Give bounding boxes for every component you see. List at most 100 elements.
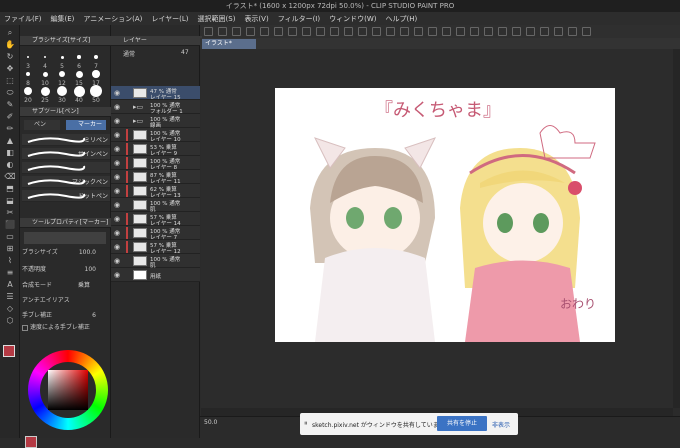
toolbar-icon[interactable] [302, 27, 311, 36]
tool-icon[interactable]: ⌫ [4, 171, 16, 182]
tool-icon[interactable]: ◇ [4, 303, 16, 314]
tool-icon[interactable]: ⬚ [4, 75, 16, 86]
toolbar-icon[interactable] [540, 27, 549, 36]
toolbar-icon[interactable] [246, 27, 255, 36]
eye-icon[interactable]: ◉ [114, 215, 120, 223]
brush-size-dot[interactable] [90, 85, 102, 97]
tool-icon[interactable]: ☰ [4, 291, 16, 302]
layer-row[interactable]: ◉ 57 % 乗算 レイヤー 14 [111, 212, 200, 227]
toolbar-icon[interactable] [498, 27, 507, 36]
brush-item[interactable]: ミリペン [22, 134, 110, 146]
menu-item-0[interactable]: ファイル(F) [4, 14, 42, 24]
canvas-viewport[interactable]: 『みくちゃま』 おわり [201, 49, 673, 408]
tool-icon[interactable]: ⬡ [4, 315, 16, 326]
menu-item-1[interactable]: 編集(E) [51, 14, 75, 24]
sub-tool-panel-header[interactable]: サブツール[ペン] [20, 107, 111, 117]
brush-size-dot[interactable] [40, 86, 50, 96]
toolbar-icon[interactable] [554, 27, 563, 36]
toolbar-icon[interactable] [386, 27, 395, 36]
toolbar-icon[interactable] [456, 27, 465, 36]
tool-icon[interactable]: ✋ [4, 39, 16, 50]
eye-icon[interactable]: ◉ [114, 103, 120, 111]
layer-opacity[interactable]: 47 [181, 49, 189, 56]
brush-item[interactable] [22, 162, 110, 174]
eye-icon[interactable]: ◉ [114, 243, 120, 251]
brush-size-dot[interactable] [57, 86, 67, 96]
tool-icon[interactable]: ✏ [4, 123, 16, 134]
tool-icon[interactable]: ✐ [4, 111, 16, 122]
toolbar-icon[interactable] [526, 27, 535, 36]
eye-icon[interactable]: ◉ [114, 145, 120, 153]
eye-icon[interactable]: ◉ [114, 201, 120, 209]
tool-icon[interactable]: ▲ [4, 135, 16, 146]
eye-icon[interactable]: ◉ [114, 117, 120, 125]
brush-size-dot[interactable] [59, 71, 65, 77]
toolbar-icon[interactable] [512, 27, 521, 36]
layer-row[interactable]: ◉ ▸▭ 100 % 通常 線画 [111, 114, 200, 129]
toolbar-icon[interactable] [484, 27, 493, 36]
layer-row[interactable]: ◉ 100 % 通常 レイヤー 7 [111, 226, 200, 241]
toolbar-icon[interactable] [288, 27, 297, 36]
toolbar-icon[interactable] [400, 27, 409, 36]
brush-item[interactable]: サインペン [22, 148, 110, 160]
prop-stabilize[interactable]: 手ブレ補正 6 [22, 311, 110, 321]
prop-blend-mode[interactable]: 合成モード 乗算 [22, 281, 110, 291]
color-square[interactable] [48, 370, 88, 410]
prop-brush-size[interactable]: ブラシサイズ 100.0 [22, 248, 110, 258]
hide-button[interactable]: 非表示 [492, 420, 510, 429]
layer-row[interactable]: ◉ 100 % 通常肌 [111, 254, 200, 269]
tool-icon[interactable]: A [4, 279, 16, 290]
toolbar-icon[interactable] [218, 27, 227, 36]
brush-size-dot[interactable] [75, 70, 83, 78]
tool-icon[interactable]: ▭ [4, 231, 16, 242]
folder-icon[interactable]: ▸▭ [133, 117, 143, 125]
vertical-scrollbar[interactable] [673, 49, 680, 408]
brush-size-dot[interactable] [60, 55, 64, 59]
toolbar-icon[interactable] [568, 27, 577, 36]
layer-row[interactable]: ◉ 用紙 [111, 268, 200, 282]
prop-speed-stabilize[interactable]: 速度による手ブレ補正 [22, 323, 110, 333]
brush-size-dot[interactable] [24, 87, 32, 95]
brush-size-dot[interactable] [92, 70, 100, 78]
tool-icon[interactable]: ◐ [4, 159, 16, 170]
toolbar-icon[interactable] [232, 27, 241, 36]
toolbar-icon[interactable] [470, 27, 479, 36]
toolbar-icon[interactable] [260, 27, 269, 36]
tool-icon[interactable]: ✎ [4, 99, 16, 110]
menu-item-8[interactable]: ヘルプ(H) [385, 14, 417, 24]
toolbar-icon[interactable] [428, 27, 437, 36]
eye-icon[interactable]: ◉ [114, 131, 120, 139]
tool-icon[interactable]: ⬭ [4, 87, 16, 98]
toolbar-icon[interactable] [358, 27, 367, 36]
layer-row[interactable]: ◉ 57 % 乗算 レイヤー 12 [111, 240, 200, 255]
menu-item-7[interactable]: ウィンドウ(W) [329, 14, 376, 24]
tool-property-panel-header[interactable]: ツールプロパティ[マーカー] [20, 218, 111, 228]
layer-blend-mode[interactable]: 通常 [123, 49, 135, 58]
tool-icon[interactable]: ⬓ [4, 195, 16, 206]
eye-icon[interactable]: ◉ [114, 89, 120, 97]
folder-icon[interactable]: ▸▭ [133, 103, 143, 111]
menu-item-5[interactable]: 表示(V) [244, 14, 268, 24]
toolbar-icon[interactable] [330, 27, 339, 36]
main-color-swatch[interactable] [3, 345, 15, 357]
toolbar-icon[interactable] [442, 27, 451, 36]
tool-icon[interactable]: ⬒ [4, 183, 16, 194]
layer-row[interactable]: ◉ 100 % 通常 レイヤー 8 [111, 156, 200, 171]
eye-icon[interactable]: ◉ [114, 159, 120, 167]
brush-size-dot[interactable] [25, 71, 31, 77]
brush-size-dot[interactable] [27, 56, 29, 58]
tab-marker[interactable]: マーカー [66, 120, 106, 130]
layer-row[interactable]: ◉ 62 % 乗算 レイヤー 13 [111, 184, 200, 199]
layer-row[interactable]: ◉ 53 % 乗算 レイヤー 9 [111, 142, 200, 157]
menu-item-3[interactable]: レイヤー(L) [151, 14, 188, 24]
layer-panel-header[interactable]: レイヤー [111, 36, 202, 46]
eye-icon[interactable]: ◉ [114, 187, 120, 195]
canvas[interactable]: 『みくちゃま』 おわり [275, 88, 615, 342]
toolbar-icon[interactable] [344, 27, 353, 36]
stop-sharing-button[interactable]: 共有を停止 [437, 416, 487, 431]
layer-row[interactable]: ◉ 100 % 通常 レイヤー 10 [111, 128, 200, 143]
toolbar-icon[interactable] [582, 27, 591, 36]
tab-illust[interactable]: イラスト* [202, 39, 256, 49]
brush-size-dot[interactable] [73, 85, 85, 97]
brush-size-dot[interactable] [94, 55, 98, 59]
